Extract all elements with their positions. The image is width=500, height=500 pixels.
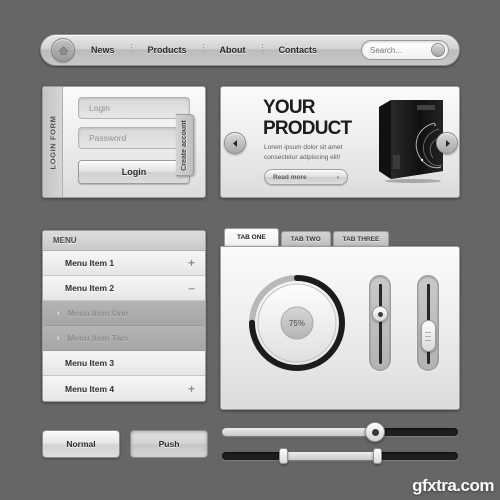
- slider-handle[interactable]: [365, 422, 386, 442]
- submenu-item-label: Menu Item One: [67, 308, 129, 318]
- main-navbar: News Products About Contacts: [40, 34, 460, 66]
- horizontal-slider-single[interactable]: [222, 422, 458, 442]
- normal-button[interactable]: Normal: [42, 430, 120, 458]
- menu-item-4[interactable]: Menu Item 4 +: [43, 376, 205, 401]
- push-button[interactable]: Push: [130, 430, 208, 458]
- create-account-label: Create account: [181, 119, 189, 171]
- search-box: [361, 40, 449, 60]
- horizontal-slider-range[interactable]: [222, 448, 458, 464]
- sidebar-menu: MENU Menu Item 1 + Menu Item 2 – › Menu …: [42, 230, 206, 402]
- product-banner: YOUR PRODUCT Lorem ipsum dolor sit amet …: [220, 86, 460, 198]
- knob-value-label: 75%: [288, 318, 305, 328]
- submenu-item-label: Menu Item Two: [67, 333, 129, 343]
- tabs-widget: TAB ONE TAB TWO TAB THREE 75%: [220, 228, 460, 410]
- nav-separator: [261, 44, 263, 56]
- tab-content-panel: 75%: [220, 246, 460, 410]
- menu-item-3[interactable]: Menu Item 3: [43, 351, 205, 376]
- submenu-item-two[interactable]: › Menu Item Two: [43, 326, 205, 351]
- grip-line: [425, 339, 431, 341]
- chevron-right-icon: ›: [57, 309, 60, 317]
- nav-link-news[interactable]: News: [89, 45, 117, 55]
- product-box-image: [377, 97, 445, 183]
- nav-separator: [202, 44, 204, 56]
- search-input[interactable]: [365, 45, 427, 55]
- menu-header: MENU: [43, 231, 205, 251]
- slider-handle-high[interactable]: [372, 448, 382, 464]
- password-field[interactable]: Password: [78, 127, 190, 149]
- login-submit-button[interactable]: Login: [78, 160, 190, 184]
- search-icon[interactable]: [431, 43, 445, 57]
- login-form-title: LOGIN FORM: [48, 115, 58, 169]
- grip-line: [425, 335, 431, 337]
- menu-item-2[interactable]: Menu Item 2 –: [43, 276, 205, 301]
- username-field[interactable]: Login: [78, 97, 190, 119]
- submenu-item-one[interactable]: › Menu Item One: [43, 301, 205, 326]
- chevron-right-icon[interactable]: [436, 132, 458, 154]
- grip-line: [425, 331, 431, 333]
- chevron-left-icon[interactable]: [224, 132, 246, 154]
- tabs-row: TAB ONE TAB TWO TAB THREE: [220, 228, 460, 246]
- login-form-side-label: LOGIN FORM: [43, 87, 63, 197]
- tab-two[interactable]: TAB TWO: [280, 231, 331, 246]
- tab-one[interactable]: TAB ONE: [224, 228, 279, 246]
- menu-item-label: Menu Item 1: [65, 258, 115, 268]
- chevron-right-icon: ›: [336, 173, 339, 181]
- menu-item-label: Menu Item 4: [65, 383, 115, 394]
- slider-handle[interactable]: [372, 306, 388, 322]
- nav-links: News Products About Contacts: [89, 44, 319, 56]
- slider-handle-low[interactable]: [279, 448, 289, 464]
- nav-link-contacts[interactable]: Contacts: [277, 45, 320, 55]
- expand-plus-icon[interactable]: +: [188, 383, 195, 395]
- menu-item-1[interactable]: Menu Item 1 +: [43, 251, 205, 276]
- expand-plus-icon[interactable]: +: [188, 257, 195, 269]
- read-more-button[interactable]: Read more ›: [264, 169, 348, 186]
- home-icon[interactable]: [51, 38, 75, 62]
- menu-item-label: Menu Item 2: [65, 283, 115, 293]
- read-more-label: Read more: [273, 173, 307, 181]
- nav-link-products[interactable]: Products: [146, 45, 189, 55]
- nav-link-about[interactable]: About: [218, 45, 248, 55]
- tab-three[interactable]: TAB THREE: [332, 231, 390, 246]
- slider-fill: [222, 428, 376, 436]
- vertical-slider-round[interactable]: [369, 275, 391, 371]
- chevron-right-icon: ›: [57, 334, 60, 342]
- vertical-slider-pill[interactable]: [417, 275, 439, 371]
- slider-track: [379, 284, 382, 364]
- slider-range-fill: [283, 452, 378, 460]
- create-account-tab[interactable]: Create account: [176, 114, 194, 176]
- circular-progress-knob[interactable]: 75%: [249, 275, 345, 371]
- slider-handle[interactable]: [420, 320, 436, 352]
- watermark: gfxtra.com: [412, 476, 494, 495]
- banner-description: Lorem ipsum dolor sit amet consectetur a…: [264, 143, 343, 161]
- menu-item-label: Menu Item 3: [65, 358, 115, 368]
- collapse-minus-icon[interactable]: –: [188, 282, 195, 294]
- nav-separator: [130, 44, 132, 56]
